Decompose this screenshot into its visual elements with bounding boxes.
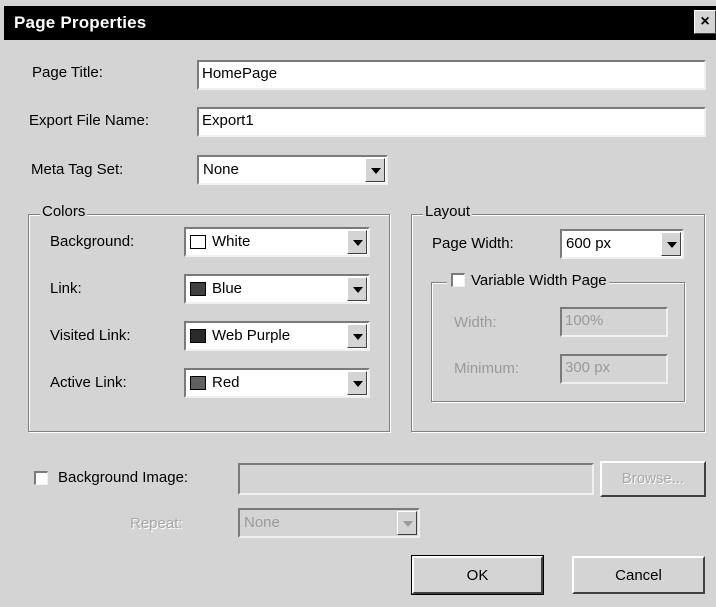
link-color-value: Blue (212, 280, 243, 297)
chevron-down-icon[interactable] (347, 230, 367, 254)
active-link-color-label: Active Link: (50, 374, 127, 391)
page-title-label: Page Title: (32, 64, 103, 81)
meta-tag-set-select[interactable]: None (197, 155, 388, 185)
link-color-swatch (190, 282, 206, 296)
cancel-button[interactable]: Cancel (572, 556, 705, 594)
page-width-select[interactable]: 600 px (560, 229, 684, 259)
export-file-name-input[interactable]: Export1 (197, 107, 706, 137)
variable-width-checkbox[interactable] (451, 273, 465, 287)
repeat-label: Repeat: (130, 515, 183, 532)
link-color-select[interactable]: Blue (184, 274, 370, 304)
layout-legend: Layout (423, 203, 473, 220)
chevron-down-icon[interactable] (365, 158, 385, 182)
background-image-input[interactable] (238, 463, 594, 495)
page-width-value: 600 px (566, 235, 612, 252)
link-color-label: Link: (50, 280, 82, 297)
chevron-down-icon[interactable] (347, 324, 367, 348)
visited-link-color-value: Web Purple (212, 327, 291, 344)
variable-width-group (431, 282, 685, 402)
background-image-checkbox[interactable] (34, 471, 48, 485)
variable-width-legend: Variable Width Page (447, 272, 609, 289)
background-color-label: Background: (50, 233, 135, 250)
background-image-label: Background Image: (58, 469, 189, 486)
chevron-down-icon[interactable] (347, 277, 367, 301)
dialog-title: Page Properties (14, 13, 147, 32)
title-bar: Page Properties × (4, 6, 716, 40)
browse-button[interactable]: Browse... (600, 461, 706, 497)
page-width-label: Page Width: (432, 235, 514, 252)
variable-width-label: Variable Width Page (471, 272, 607, 289)
active-link-color-value: Red (212, 374, 240, 391)
visited-link-color-swatch (190, 329, 206, 343)
repeat-select[interactable]: None (238, 508, 420, 538)
visited-link-color-select[interactable]: Web Purple (184, 321, 370, 351)
ok-button[interactable]: OK (411, 555, 544, 595)
page-title-input[interactable]: HomePage (197, 60, 706, 90)
width-label: Width: (454, 314, 497, 331)
close-button[interactable]: × (694, 10, 716, 34)
export-file-name-label: Export File Name: (29, 112, 150, 129)
background-color-value: White (212, 233, 251, 250)
minimum-input[interactable]: 300 px (560, 354, 668, 384)
background-color-swatch (190, 235, 206, 249)
meta-tag-set-label: Meta Tag Set: (31, 161, 124, 178)
close-icon: × (700, 13, 710, 30)
repeat-value: None (244, 514, 280, 531)
background-color-select[interactable]: White (184, 227, 370, 257)
visited-link-color-label: Visited Link: (50, 327, 131, 344)
chevron-down-icon[interactable] (397, 511, 417, 535)
minimum-label: Minimum: (454, 360, 520, 377)
page-properties-dialog: Page Properties × Page Title: HomePage E… (0, 0, 716, 607)
meta-tag-set-value: None (203, 161, 239, 178)
chevron-down-icon[interactable] (661, 232, 681, 256)
colors-legend: Colors (40, 203, 88, 220)
width-input[interactable]: 100% (560, 307, 668, 337)
active-link-color-swatch (190, 376, 206, 390)
active-link-color-select[interactable]: Red (184, 368, 370, 398)
chevron-down-icon[interactable] (347, 371, 367, 395)
